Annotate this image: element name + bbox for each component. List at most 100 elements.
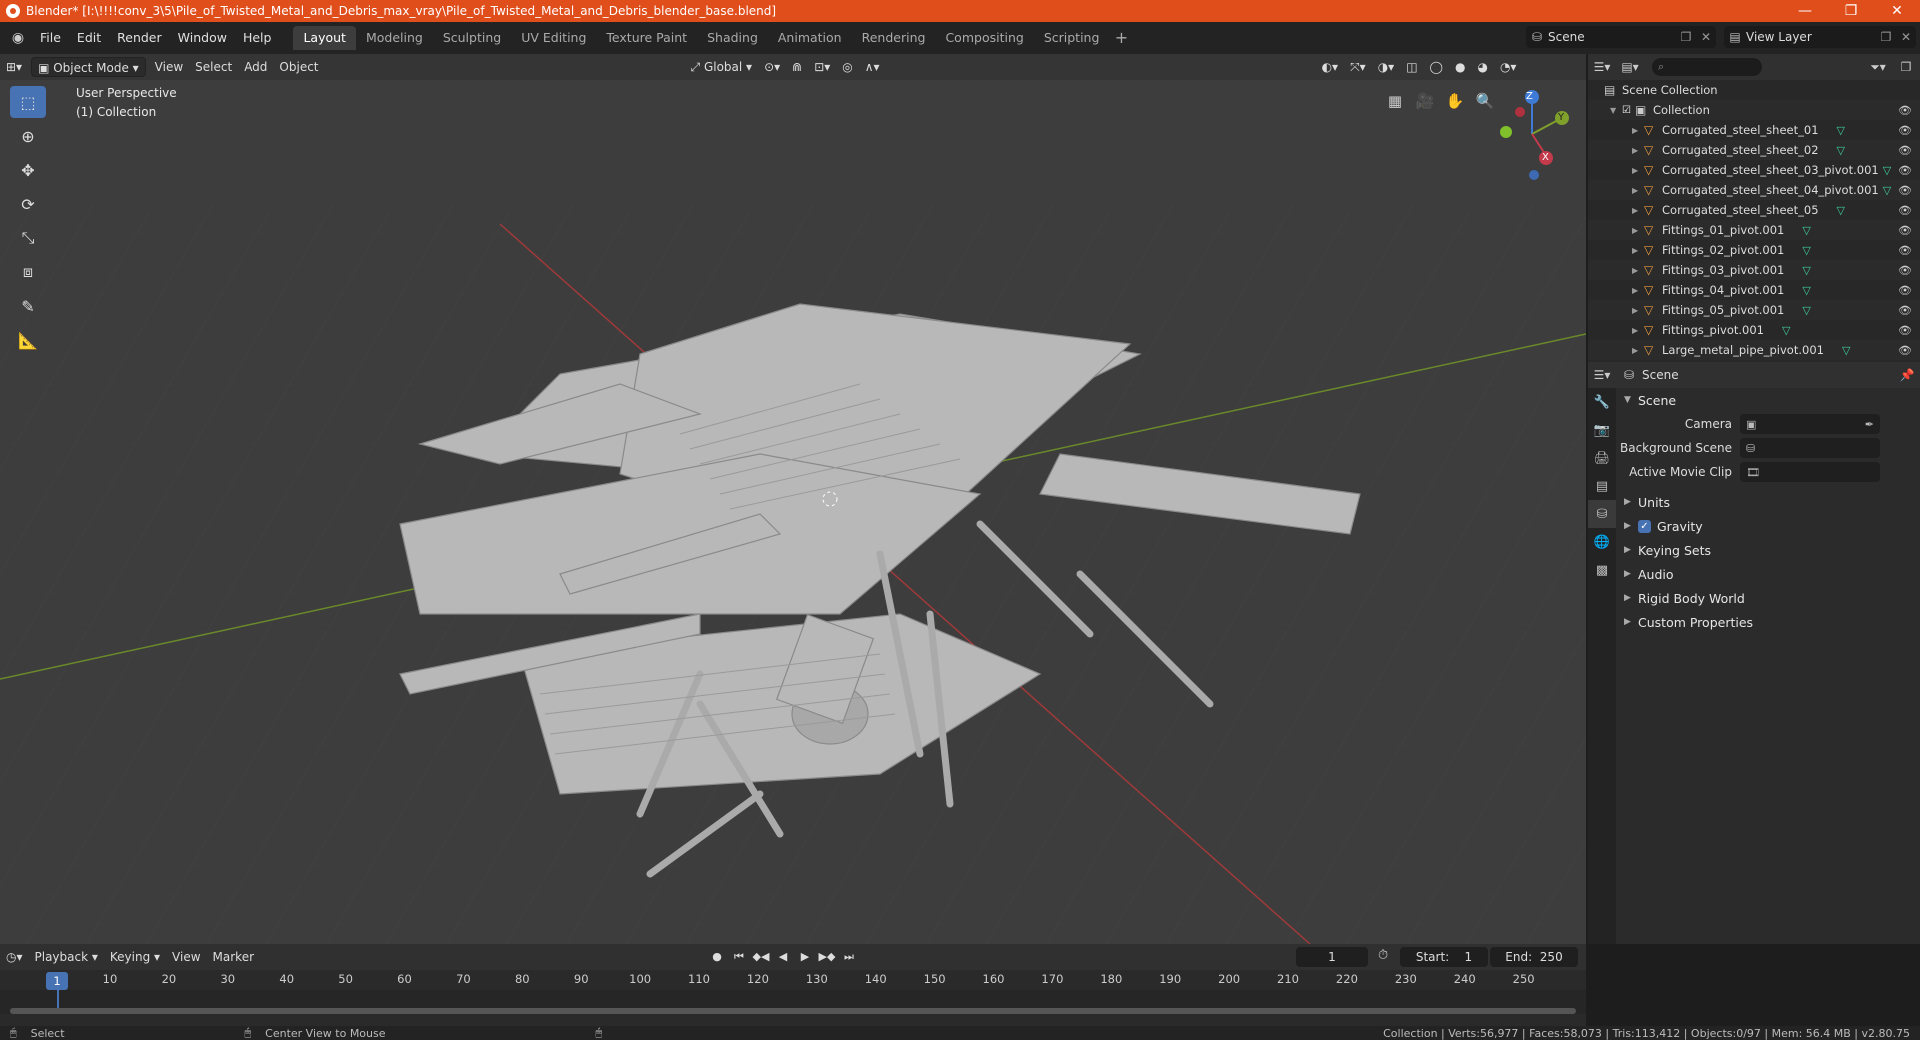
outliner-search-input[interactable]: ⌕ (1652, 58, 1762, 76)
expand-icon[interactable]: ▶ (1632, 166, 1644, 175)
snap-icon[interactable]: ⋒ (786, 57, 808, 77)
expand-icon[interactable]: ▶ (1632, 326, 1644, 335)
falloff-icon[interactable]: ∧▾ (859, 57, 886, 77)
proportional-edit-icon[interactable]: ◎ (836, 57, 858, 77)
xray-icon[interactable]: ◫ (1400, 57, 1423, 77)
visibility-icon[interactable]: ◐▾ (1316, 57, 1345, 77)
list-item[interactable]: ▶ ▽ Corrugated_steel_sheet_04_pivot.001 ▽ 👁 (1588, 180, 1920, 200)
remove-view-layer-icon[interactable]: ✕ (1896, 30, 1916, 44)
zoom-icon[interactable]: 🔍 (1470, 86, 1500, 116)
list-item[interactable]: ▶ ▽ Corrugated_steel_sheet_02 ▽ 👁 (1588, 140, 1920, 160)
custom-properties-panel-header[interactable]: ▶ Custom Properties (1616, 610, 1920, 634)
units-panel-header[interactable]: ▶ Units (1616, 490, 1920, 514)
scene-panel-header[interactable]: ▼ Scene (1616, 388, 1920, 412)
list-item[interactable]: ▶ ▽ Fittings_01_pivot.001 ▽ 👁 (1588, 220, 1920, 240)
eye-icon[interactable]: 👁 (1898, 204, 1912, 217)
collection-checkbox-icon[interactable]: ☑ (1622, 105, 1631, 116)
camera-view-icon[interactable]: 🎥 (1410, 86, 1440, 116)
list-item[interactable]: ▶ ▽ Corrugated_steel_sheet_03_pivot.001 ▽ 👁 (1588, 160, 1920, 180)
eye-icon[interactable]: 👁 (1898, 284, 1912, 297)
prev-keyframe-icon[interactable]: ◆◀ (750, 947, 772, 967)
pivot-point-icon[interactable]: ⊙▾ (758, 57, 786, 77)
gravity-checkbox[interactable]: ✓ (1638, 519, 1651, 533)
menu-render[interactable]: Render (109, 26, 170, 50)
expand-icon[interactable]: ▶ (1632, 226, 1644, 235)
add-workspace-icon[interactable]: + (1109, 26, 1133, 50)
render-tab-icon[interactable]: 📷 (1588, 416, 1616, 444)
play-icon[interactable]: ▶ (794, 947, 816, 967)
timeline-scrollbar[interactable] (10, 1008, 1576, 1014)
eye-icon[interactable]: 👁 (1898, 264, 1912, 277)
tab-uv-editing[interactable]: UV Editing (511, 26, 596, 50)
pin-icon[interactable]: 📌 (1894, 368, 1920, 382)
list-item[interactable]: ▶ ▽ Fittings_02_pivot.001 ▽ 👁 (1588, 240, 1920, 260)
scene-selector[interactable]: ⛁ Scene ❐ ✕ (1526, 26, 1716, 48)
menu-timeline-view[interactable]: View (166, 947, 206, 967)
jump-end-icon[interactable]: ⏭ (838, 947, 860, 967)
tab-compositing[interactable]: Compositing (935, 26, 1033, 50)
eye-icon[interactable]: 👁 (1898, 344, 1912, 357)
menu-select[interactable]: Select (189, 57, 238, 77)
measure-tool-icon[interactable]: 📐 (10, 324, 46, 356)
tab-rendering[interactable]: Rendering (852, 26, 936, 50)
material-shading-icon[interactable]: ◕ (1471, 57, 1493, 77)
audio-panel-header[interactable]: ▶ Audio (1616, 562, 1920, 586)
new-view-layer-icon[interactable]: ❐ (1876, 30, 1896, 44)
list-item[interactable]: ▶ ▽ Fittings_pivot.001 ▽ 👁 (1588, 320, 1920, 340)
list-item[interactable]: ▶ ▽ Large_metal_pipe_pivot.001 ▽ 👁 (1588, 340, 1920, 360)
menu-marker[interactable]: Marker (207, 947, 260, 967)
tab-layout[interactable]: Layout (293, 26, 356, 50)
expand-icon[interactable]: ▶ (1632, 266, 1644, 275)
menu-file[interactable]: File (32, 26, 69, 50)
menu-add[interactable]: Add (238, 57, 273, 77)
menu-keying[interactable]: Keying ▾ (104, 947, 166, 967)
tool-tab-icon[interactable]: 🔧 (1588, 388, 1616, 416)
overlay-toggle-icon[interactable]: ◑▾ (1372, 57, 1401, 77)
tab-animation[interactable]: Animation (768, 26, 852, 50)
3d-viewport[interactable]: Z Y X ⊞▾ ▣ Object Mode ▾ View Select Add… (0, 54, 1586, 944)
eye-icon[interactable]: 👁 (1898, 184, 1912, 197)
gravity-panel-header[interactable]: ▶ ✓ Gravity (1616, 514, 1920, 538)
record-icon[interactable]: ● (706, 947, 728, 967)
editor-type-icon[interactable]: ⊞▾ (0, 57, 28, 77)
outliner-editor-type-icon[interactable]: ☰▾ (1588, 60, 1616, 74)
eye-icon[interactable]: 👁 (1898, 324, 1912, 337)
tab-scripting[interactable]: Scripting (1034, 26, 1110, 50)
rendered-shading-icon[interactable]: ◔▾ (1494, 57, 1523, 77)
cursor-tool-icon[interactable]: ⊕ (10, 120, 46, 152)
collection-row[interactable]: ▼ ☑ ▣ Collection 👁 (1588, 100, 1920, 120)
menu-playback[interactable]: Playback ▾ (29, 947, 104, 967)
current-frame-indicator[interactable]: 1 (46, 972, 68, 990)
remove-scene-icon[interactable]: ✕ (1696, 30, 1716, 44)
menu-view[interactable]: View (149, 57, 189, 77)
list-item[interactable]: ▶ ▽ Corrugated_steel_sheet_01 ▽ 👁 (1588, 120, 1920, 140)
maximize-button[interactable]: ❐ (1828, 0, 1874, 22)
wireframe-shading-icon[interactable]: ◯ (1424, 57, 1449, 77)
play-reverse-icon[interactable]: ◀ (772, 947, 794, 967)
move-tool-icon[interactable]: ✥ (10, 154, 46, 186)
snap-target-icon[interactable]: ⊡▾ (808, 57, 836, 77)
eye-icon[interactable]: 👁 (1898, 144, 1912, 157)
tab-sculpting[interactable]: Sculpting (433, 26, 511, 50)
texture-tab-icon[interactable]: ▩ (1588, 556, 1616, 584)
camera-field[interactable]: ▣ ✒ (1740, 414, 1880, 434)
rotate-tool-icon[interactable]: ⟳ (10, 188, 46, 220)
scene-collection-row[interactable]: ▤ Scene Collection (1588, 80, 1920, 100)
view-layer-selector[interactable]: ▤ View Layer ❐ ✕ (1724, 26, 1916, 48)
scale-tool-icon[interactable]: ⤡ (10, 222, 46, 254)
orientation-dropdown[interactable]: ⤢ Global ▾ (685, 57, 759, 77)
new-collection-icon[interactable]: ❐ (1892, 60, 1920, 74)
display-mode-icon[interactable]: ▤▾ (1616, 60, 1644, 74)
expand-icon[interactable]: ▶ (1632, 246, 1644, 255)
output-tab-icon[interactable]: 🖨 (1588, 444, 1616, 472)
expand-icon[interactable]: ▶ (1632, 346, 1644, 355)
stopwatch-icon[interactable]: ⏱ (1378, 948, 1388, 963)
world-tab-icon[interactable]: 🌐 (1588, 528, 1616, 556)
minimize-button[interactable]: — (1782, 0, 1828, 22)
background-scene-field[interactable]: ⛁ (1740, 438, 1880, 458)
tab-shading[interactable]: Shading (697, 26, 768, 50)
pan-hand-icon[interactable]: ✋ (1440, 86, 1470, 116)
transform-tool-icon[interactable]: ⧈ (10, 256, 46, 288)
timeline-ruler[interactable]: 1 10 20 30 40 50 60 70 80 90 100 110 120 130 140 150 16… (0, 970, 1586, 990)
expand-icon[interactable]: ▶ (1632, 186, 1644, 195)
